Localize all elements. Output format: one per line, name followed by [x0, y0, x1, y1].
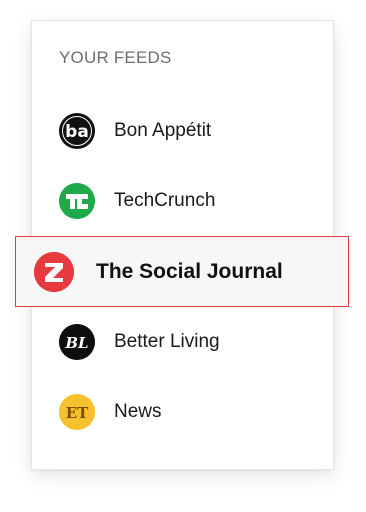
- svg-text:BL: BL: [64, 334, 88, 352]
- social-journal-logo-icon: [34, 251, 74, 292]
- svg-text:ET: ET: [66, 404, 89, 422]
- feed-label: News: [114, 401, 162, 422]
- techcrunch-logo-icon: [59, 183, 95, 219]
- bon-appetit-logo-icon: ba: [59, 113, 95, 149]
- feed-item-news[interactable]: ET News: [32, 387, 335, 437]
- feed-label: The Social Journal: [96, 259, 283, 283]
- feed-item-bon-appetit[interactable]: ba Bon Appétit: [32, 106, 335, 156]
- svg-text:ba: ba: [65, 122, 89, 142]
- feed-label: Bon Appétit: [114, 120, 212, 141]
- feed-label: Better Living: [114, 331, 220, 352]
- feed-item-better-living[interactable]: BL Better Living: [32, 317, 335, 367]
- feeds-header: YOUR FEEDS: [59, 48, 172, 67]
- feed-item-the-social-journal-selected[interactable]: The Social Journal: [15, 236, 349, 307]
- feed-item-techcrunch[interactable]: TechCrunch: [32, 176, 335, 226]
- feed-label: TechCrunch: [114, 190, 216, 211]
- better-living-logo-icon: BL: [59, 324, 95, 360]
- entertainment-tonight-logo-icon: ET: [59, 394, 95, 430]
